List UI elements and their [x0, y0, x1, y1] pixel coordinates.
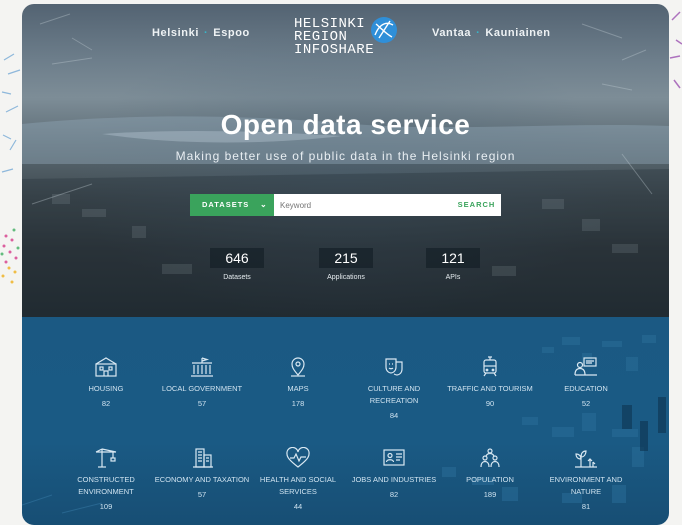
theatre-masks-icon	[385, 358, 403, 376]
logo-emblem-icon	[371, 17, 397, 43]
nav-link-helsinki[interactable]: Helsinki	[152, 27, 199, 39]
page-title: Open data service	[220, 109, 471, 140]
category-count: 57	[197, 490, 207, 499]
category-count: 44	[293, 502, 303, 511]
category-economy-and-taxation[interactable]: ECONOMY AND TAXATION 57	[154, 447, 250, 499]
category-count: 81	[581, 502, 591, 511]
category-label: ECONOMY AND TAXATION	[154, 475, 250, 484]
page-subtitle: Making better use of public data in the …	[175, 149, 516, 163]
category-count: 90	[485, 399, 495, 408]
keyword-search-input[interactable]	[274, 194, 452, 216]
nav-link-espoo[interactable]: Espoo	[213, 27, 250, 39]
category-label: EDUCATION	[564, 384, 608, 393]
nav-separator: ·	[476, 27, 481, 39]
hero-section: Helsinki · Espoo HELSINKI REGION INFOSHARE…	[22, 4, 669, 317]
stat-label: APIs	[445, 274, 461, 281]
search-bar: DATASETS ⌄ SEARCH	[190, 194, 501, 216]
category-constructed-environment[interactable]: CONSTRUCTED ENVIRONMENT 109	[58, 447, 154, 511]
stat-value: 121	[426, 248, 480, 268]
stat-apis[interactable]: 121 APIs	[408, 248, 498, 281]
chevron-down-icon: ⌄	[260, 200, 268, 209]
site-logo[interactable]: HELSINKI REGION INFOSHARE	[294, 12, 414, 62]
category-label: CULTURE AND RECREATION	[367, 384, 421, 405]
category-count: 84	[389, 411, 399, 420]
category-education[interactable]: EDUCATION 52	[538, 356, 634, 408]
search-type-label: DATASETS	[202, 200, 250, 209]
category-traffic-and-tourism[interactable]: TRAFFIC AND TOURISM 90	[442, 356, 538, 408]
plant-icon	[575, 450, 597, 468]
office-building-icon	[193, 448, 213, 468]
category-count: 52	[581, 399, 591, 408]
tram-icon	[483, 356, 497, 377]
housing-icon	[95, 357, 117, 377]
category-label: CONSTRUCTED ENVIRONMENT	[77, 475, 135, 496]
id-card-icon	[383, 449, 405, 466]
category-count: 57	[197, 399, 207, 408]
nav-separator: ·	[204, 27, 209, 39]
search-type-dropdown[interactable]: DATASETS ⌄	[190, 194, 274, 216]
category-label: MAPS	[287, 384, 309, 393]
category-housing[interactable]: HOUSING 82	[58, 356, 154, 408]
top-nav-right: Vantaa · Kauniainen	[432, 27, 551, 39]
category-environment-and-nature[interactable]: ENVIRONMENT AND NATURE 81	[538, 447, 634, 511]
education-icon	[574, 357, 597, 376]
category-label: ENVIRONMENT AND NATURE	[549, 475, 623, 496]
category-local-government[interactable]: LOCAL GOVERNMENT 57	[154, 356, 250, 408]
stat-applications[interactable]: 215 Applications	[301, 248, 391, 281]
stat-value: 646	[210, 248, 264, 268]
category-count: 82	[389, 490, 399, 499]
logo-line-3: INFOSHARE	[294, 42, 375, 58]
category-culture-and-recreation[interactable]: CULTURE AND RECREATION 84	[346, 356, 442, 420]
category-population[interactable]: POPULATION 189	[442, 447, 538, 499]
map-pin-icon	[291, 357, 305, 377]
crane-icon	[95, 448, 117, 468]
category-label: JOBS AND INDUSTRIES	[351, 475, 437, 484]
people-icon	[480, 448, 500, 468]
category-label: HEALTH AND SOCIAL SERVICES	[259, 475, 337, 496]
category-health-and-social-services[interactable]: HEALTH AND SOCIAL SERVICES 44	[250, 447, 346, 511]
category-count: 189	[483, 490, 497, 499]
category-count: 178	[291, 399, 305, 408]
government-building-icon	[191, 357, 213, 377]
nav-link-kauniainen[interactable]: Kauniainen	[485, 27, 550, 39]
stat-label: Datasets	[223, 274, 251, 281]
stat-datasets[interactable]: 646 Datasets	[192, 248, 282, 281]
category-jobs-and-industries[interactable]: JOBS AND INDUSTRIES 82	[346, 447, 442, 499]
nav-link-vantaa[interactable]: Vantaa	[432, 27, 471, 39]
search-button[interactable]: SEARCH	[452, 194, 501, 216]
category-panel: HOUSING 82 LOCAL GOVERNMENT 57 MAPS 178 …	[22, 317, 669, 525]
category-count: 109	[99, 502, 113, 511]
category-maps[interactable]: MAPS 178	[250, 356, 346, 408]
category-label: HOUSING	[88, 384, 124, 393]
category-label: TRAFFIC AND TOURISM	[447, 384, 533, 393]
category-label: LOCAL GOVERNMENT	[161, 384, 243, 393]
stat-label: Applications	[327, 274, 365, 281]
category-label: POPULATION	[466, 475, 514, 484]
top-nav-left: Helsinki · Espoo	[152, 27, 250, 39]
category-count: 82	[101, 399, 111, 408]
stat-value: 215	[319, 248, 373, 268]
site-card: Helsinki · Espoo HELSINKI REGION INFOSHARE…	[22, 4, 669, 525]
heart-pulse-icon	[286, 447, 310, 468]
